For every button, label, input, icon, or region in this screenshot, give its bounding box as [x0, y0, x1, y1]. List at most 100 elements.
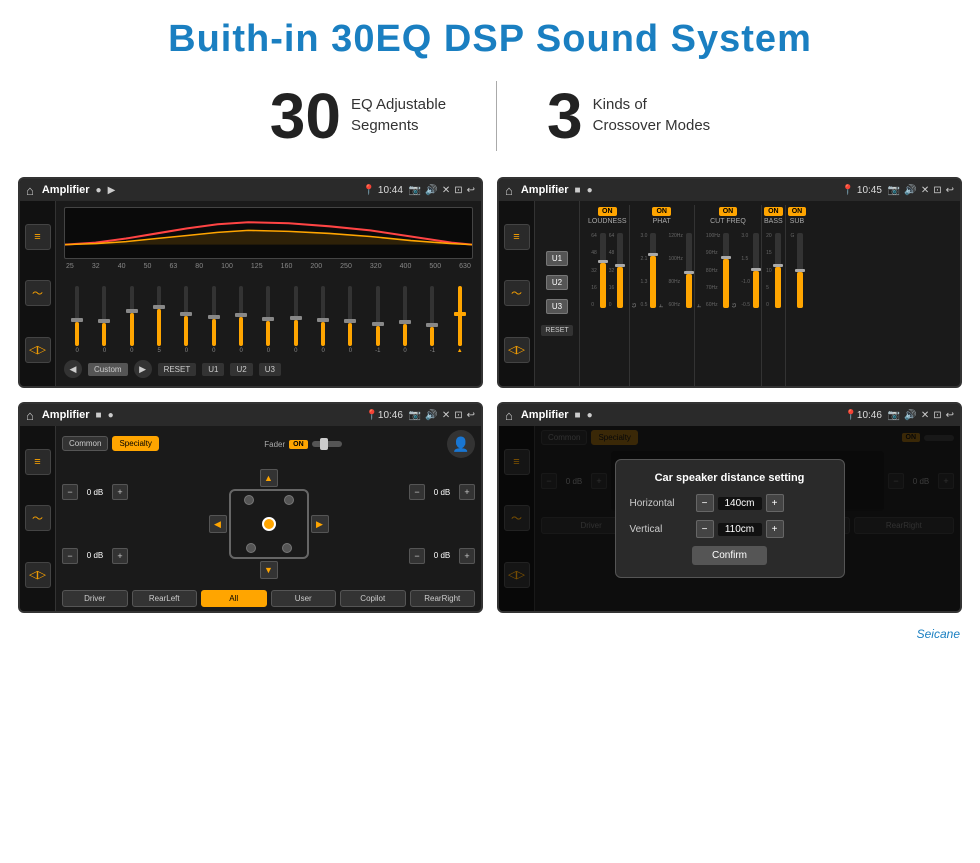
phat-slider[interactable]	[650, 233, 656, 308]
db-minus-br[interactable]: −	[409, 548, 425, 564]
sidebar-btn-wave-3[interactable]: 〜	[25, 505, 51, 531]
screen3-topbar: ⌂ Amplifier ■ ● 📍10:46 📷 🔊 ✕ ⊡ ↩	[20, 404, 481, 426]
horizontal-minus-btn[interactable]: −	[696, 494, 714, 512]
down-arrow[interactable]: ▼	[260, 561, 278, 579]
sidebar-btn-vol-2[interactable]: ◁▷	[504, 337, 530, 363]
close-icon-3: ✕	[442, 410, 450, 421]
db-plus-bl[interactable]: +	[112, 548, 128, 564]
dialog-horizontal-row: Horizontal − 140cm +	[630, 494, 830, 512]
left-arrow[interactable]: ◀	[209, 515, 227, 533]
sidebar-btn-eq[interactable]: ≡	[25, 224, 51, 250]
eq-prev-btn[interactable]: ◀	[64, 360, 82, 378]
rearright-btn[interactable]: RearRight	[410, 590, 476, 607]
xo-u1-btn[interactable]: U1	[546, 251, 568, 266]
eq-u2-btn[interactable]: U2	[230, 363, 252, 376]
eq-slider-3[interactable]: 0	[121, 286, 143, 354]
loudness-slider-2[interactable]	[617, 233, 623, 308]
camera-icon: 📷	[409, 185, 421, 196]
sidebar-btn-wave[interactable]: 〜	[25, 280, 51, 306]
loudness-on-btn[interactable]: ON	[598, 207, 617, 216]
sidebar-btn-wave-2[interactable]: 〜	[504, 280, 530, 306]
eq-slider-12[interactable]: -1	[367, 286, 389, 354]
db-control-tr: − 0 dB +	[409, 484, 475, 500]
phat-on-btn[interactable]: ON	[652, 207, 671, 216]
cutfreq-slider[interactable]	[723, 233, 729, 308]
eq-slider-7[interactable]: 0	[230, 286, 252, 354]
eq-slider-11[interactable]: 0	[339, 286, 361, 354]
sidebar-btn-eq-3[interactable]: ≡	[25, 449, 51, 475]
speaker-grid: − 0 dB + − 0 dB + ▲	[62, 462, 475, 586]
fader-slider[interactable]	[312, 441, 342, 447]
home-icon-3[interactable]: ⌂	[26, 408, 34, 423]
page-title: Buith-in 30EQ DSP Sound System	[0, 0, 980, 71]
eq-slider-6[interactable]: 0	[203, 286, 225, 354]
horizontal-plus-btn[interactable]: +	[766, 494, 784, 512]
loudness-sliders: 644832160 644832160	[591, 228, 623, 308]
sidebar-btn-vol-3[interactable]: ◁▷	[25, 562, 51, 588]
dialog-confirm-btn[interactable]: Confirm	[692, 546, 767, 565]
db-control-bl: − 0 dB +	[62, 548, 128, 564]
horizontal-value: 140cm	[718, 497, 762, 510]
bass-slider[interactable]	[775, 233, 781, 308]
eq-slider-8[interactable]: 0	[257, 286, 279, 354]
eq-u1-btn[interactable]: U1	[202, 363, 224, 376]
vertical-plus-btn[interactable]: +	[766, 520, 784, 538]
home-icon-4[interactable]: ⌂	[505, 408, 513, 423]
eq-next-btn[interactable]: ▶	[134, 360, 152, 378]
cutfreq-on-btn[interactable]: ON	[719, 207, 738, 216]
right-arrow[interactable]: ▶	[311, 515, 329, 533]
xo-u3-btn[interactable]: U3	[546, 299, 568, 314]
xo-u-btns: U1 U2 U3	[546, 251, 568, 317]
eq-custom-btn[interactable]: Custom	[88, 363, 128, 376]
cutfreq-slider-2[interactable]	[753, 233, 759, 308]
screen1-topbar: ⌂ Amplifier ● ▶ 📍 10:44 📷 🔊 ✕ ⊡ ↩	[20, 179, 481, 201]
db-plus-br[interactable]: +	[459, 548, 475, 564]
eq-slider-1[interactable]: 0	[66, 286, 88, 354]
home-icon-2[interactable]: ⌂	[505, 183, 513, 198]
vertical-minus-btn[interactable]: −	[696, 520, 714, 538]
phat-slider-2[interactable]	[686, 233, 692, 308]
eq-slider-9[interactable]: 0	[285, 286, 307, 354]
eq-slider-14[interactable]: -1	[421, 286, 443, 354]
up-arrow[interactable]: ▲	[260, 469, 278, 487]
db-minus-bl[interactable]: −	[62, 548, 78, 564]
db-plus-tl[interactable]: +	[112, 484, 128, 500]
speaker-content: Common Specialty Fader ON 👤	[56, 426, 481, 611]
sub-slider[interactable]	[797, 233, 803, 308]
speaker-top-row: Common Specialty Fader ON 👤	[62, 430, 475, 458]
common-tab[interactable]: Common	[62, 436, 108, 451]
user-btn[interactable]: User	[271, 590, 337, 607]
xo-u2-btn[interactable]: U2	[546, 275, 568, 290]
specialty-tab[interactable]: Specialty	[112, 436, 158, 451]
db-plus-tr[interactable]: +	[459, 484, 475, 500]
screen3-icons: 📷 🔊 ✕ ⊡ ↩	[409, 410, 475, 421]
eq-slider-15[interactable]: ▲	[449, 286, 471, 354]
sub-sliders: G	[790, 228, 803, 308]
db-control-br: − 0 dB +	[409, 548, 475, 564]
db-minus-tl[interactable]: −	[62, 484, 78, 500]
xo-reset-btn[interactable]: RESET	[541, 325, 572, 336]
eq-slider-13[interactable]: 0	[394, 286, 416, 354]
db-minus-tr[interactable]: −	[409, 484, 425, 500]
copilot-btn[interactable]: Copilot	[340, 590, 406, 607]
sidebar-btn-eq-2[interactable]: ≡	[504, 224, 530, 250]
home-icon[interactable]: ⌂	[26, 183, 34, 198]
sub-on-btn[interactable]: ON	[788, 207, 807, 216]
eq-slider-10[interactable]: 0	[312, 286, 334, 354]
fader-on-badge[interactable]: ON	[289, 440, 308, 449]
eq-u3-btn[interactable]: U3	[259, 363, 281, 376]
sidebar-btn-vol[interactable]: ◁▷	[25, 337, 51, 363]
loudness-slider[interactable]	[600, 233, 606, 308]
eq-slider-5[interactable]: 0	[175, 286, 197, 354]
driver-btn[interactable]: Driver	[62, 590, 128, 607]
location-icon-2: 📍	[842, 185, 854, 196]
eq-reset-btn[interactable]: RESET	[158, 363, 197, 376]
rearleft-btn[interactable]: RearLeft	[132, 590, 198, 607]
eq-slider-4[interactable]: 5	[148, 286, 170, 354]
eq-slider-2[interactable]: 0	[93, 286, 115, 354]
loudness-label: LOUDNESS	[588, 218, 627, 225]
bass-on-btn[interactable]: ON	[764, 207, 783, 216]
all-btn[interactable]: All	[201, 590, 267, 607]
screen-eq: ⌂ Amplifier ● ▶ 📍 10:44 📷 🔊 ✕ ⊡ ↩ ≡ 〜 ◁▷	[18, 177, 483, 388]
dialog-overlay: Car speaker distance setting Horizontal …	[499, 426, 960, 611]
